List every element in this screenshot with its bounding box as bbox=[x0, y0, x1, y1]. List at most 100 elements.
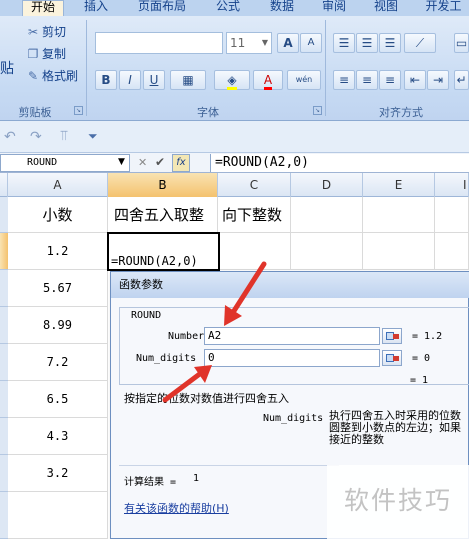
formula-input[interactable]: =ROUND(A2,0) bbox=[210, 154, 469, 172]
column-header-c[interactable]: C bbox=[218, 173, 291, 197]
tab-data[interactable]: 数据 bbox=[262, 0, 302, 16]
fill-color-button[interactable]: ◈ bbox=[214, 70, 250, 90]
decrease-indent-button[interactable]: ⇤ bbox=[404, 70, 426, 90]
row-header[interactable] bbox=[0, 307, 8, 344]
cell-a9[interactable] bbox=[8, 492, 108, 539]
group-divider bbox=[325, 20, 326, 116]
cell-f2[interactable] bbox=[435, 233, 469, 270]
row-header[interactable] bbox=[0, 270, 8, 307]
merge-button[interactable]: ▭ bbox=[454, 33, 469, 53]
font-size-select[interactable]: 11 ▼ bbox=[226, 32, 272, 54]
font-launcher-icon[interactable]: ↘ bbox=[313, 106, 322, 115]
row-header[interactable] bbox=[0, 418, 8, 455]
font-name-select[interactable] bbox=[95, 32, 223, 54]
tab-review[interactable]: 审阅 bbox=[314, 0, 354, 16]
chart-icon[interactable]: ⫪ bbox=[60, 128, 68, 144]
increase-indent-button[interactable]: ⇥ bbox=[427, 70, 449, 90]
tab-home[interactable]: 开始 bbox=[22, 0, 64, 16]
align-bottom-button[interactable]: ☰ bbox=[379, 33, 401, 53]
align-top-button[interactable]: ☰ bbox=[333, 33, 355, 53]
align-left-button[interactable]: ≡ bbox=[333, 70, 355, 90]
orientation-icon: ⟋ bbox=[415, 36, 425, 50]
collapse-dialog-icon[interactable] bbox=[382, 350, 402, 366]
align-middle-button[interactable]: ☰ bbox=[356, 33, 378, 53]
format-painter-button[interactable]: ✎ 格式刷 bbox=[26, 67, 78, 85]
cell-a7[interactable]: 4.3 bbox=[8, 418, 108, 455]
bold-button[interactable]: B bbox=[95, 70, 117, 90]
collapse-dialog-icon[interactable] bbox=[382, 328, 402, 344]
number-arg-result: = 1.2 bbox=[412, 331, 443, 342]
cell-b1[interactable]: 四舍五入取整 bbox=[108, 197, 218, 233]
wrap-text-button[interactable]: ↵ bbox=[454, 70, 469, 90]
grow-font-button[interactable]: A bbox=[277, 33, 299, 53]
row-header[interactable] bbox=[0, 455, 8, 492]
name-box-dropdown-icon[interactable]: ▼ bbox=[118, 157, 125, 167]
paste-button[interactable]: 贴 bbox=[0, 60, 14, 78]
clipboard-launcher-icon[interactable]: ↘ bbox=[74, 106, 83, 115]
cell-e1[interactable] bbox=[363, 197, 435, 233]
cell-a5[interactable]: 7.2 bbox=[8, 344, 108, 381]
shrink-font-button[interactable]: A bbox=[300, 33, 322, 53]
font-size-value: 11 bbox=[230, 36, 246, 50]
column-header-e[interactable]: E bbox=[363, 173, 435, 197]
number-arg-input[interactable]: A2 bbox=[204, 327, 380, 345]
param-description: 执行四舍五入时采用的位数 圆整到小数点的左边；如果 接近的整数 bbox=[329, 410, 469, 446]
row-header[interactable] bbox=[0, 492, 8, 539]
tab-developer[interactable]: 开发工 bbox=[418, 0, 469, 16]
group-divider bbox=[86, 20, 87, 116]
merge-icon: ▭ bbox=[455, 36, 468, 50]
cell-a8[interactable]: 3.2 bbox=[8, 455, 108, 492]
active-cell-b2[interactable]: =ROUND(A2,0) bbox=[107, 232, 220, 271]
tab-view[interactable]: 视图 bbox=[366, 0, 406, 16]
cell-d2[interactable] bbox=[291, 233, 363, 270]
cell-d1[interactable] bbox=[291, 197, 363, 233]
cell-a1[interactable]: 小数 bbox=[8, 197, 108, 233]
cell-a2[interactable]: 1.2 bbox=[8, 233, 108, 270]
column-header-d[interactable]: D bbox=[291, 173, 363, 197]
align-center-icon: ≡ bbox=[361, 73, 373, 87]
calc-result-value: 1 bbox=[193, 473, 200, 484]
column-header-f[interactable]: I bbox=[435, 173, 469, 197]
cut-button[interactable]: ✂ 剪切 bbox=[26, 23, 66, 41]
dialog-title[interactable]: 函数参数 bbox=[111, 272, 469, 298]
scissors-icon: ✂ bbox=[27, 25, 39, 39]
copy-button[interactable]: ❐ 复制 bbox=[26, 45, 66, 63]
cell-a4[interactable]: 8.99 bbox=[8, 307, 108, 344]
orientation-button[interactable]: ⟋ bbox=[404, 33, 436, 53]
row-header[interactable] bbox=[0, 197, 8, 233]
enter-check-icon[interactable]: ✔ bbox=[155, 155, 165, 169]
align-center-button[interactable]: ≡ bbox=[356, 70, 378, 90]
italic-button[interactable]: I bbox=[119, 70, 141, 90]
name-box[interactable]: ROUND bbox=[0, 154, 130, 172]
undo-icon[interactable]: ↶ bbox=[4, 129, 16, 145]
customize-toolbar-icon[interactable]: ⏷ bbox=[88, 129, 98, 144]
tab-insert[interactable]: 插入 bbox=[76, 0, 116, 16]
row-header[interactable] bbox=[0, 381, 8, 418]
align-right-button[interactable]: ≡ bbox=[379, 70, 401, 90]
cell-a6[interactable]: 6.5 bbox=[8, 381, 108, 418]
font-color-button[interactable]: A bbox=[253, 70, 283, 90]
column-header-b[interactable]: B bbox=[108, 173, 218, 197]
cell-c1[interactable]: 向下整数 bbox=[218, 197, 291, 233]
param-name-label: Num_digits bbox=[263, 413, 324, 424]
cell-c2[interactable] bbox=[218, 233, 291, 270]
insert-function-button[interactable]: fx bbox=[172, 154, 190, 172]
tab-formulas[interactable]: 公式 bbox=[208, 0, 248, 16]
wrap-icon: ↵ bbox=[456, 73, 467, 87]
redo-icon[interactable]: ↷ bbox=[30, 129, 42, 145]
row-header[interactable] bbox=[0, 344, 8, 381]
select-all-corner[interactable] bbox=[0, 173, 8, 197]
cancel-icon[interactable]: ✕ bbox=[138, 156, 147, 169]
cell-a3[interactable]: 5.67 bbox=[8, 270, 108, 307]
cell-f1[interactable] bbox=[435, 197, 469, 233]
num-digits-arg-input[interactable]: 0 bbox=[204, 349, 380, 367]
tab-page-layout[interactable]: 页面布局 bbox=[133, 0, 191, 16]
phonetic-button[interactable]: wén bbox=[287, 70, 321, 90]
border-button[interactable]: ▦ bbox=[170, 70, 206, 90]
number-arg-label: Number bbox=[168, 331, 205, 342]
row-header[interactable] bbox=[0, 233, 8, 270]
cell-e2[interactable] bbox=[363, 233, 435, 270]
underline-button[interactable]: U bbox=[143, 70, 165, 90]
function-help-link[interactable]: 有关该函数的帮助(H) bbox=[124, 500, 229, 516]
column-header-a[interactable]: A bbox=[8, 173, 108, 197]
